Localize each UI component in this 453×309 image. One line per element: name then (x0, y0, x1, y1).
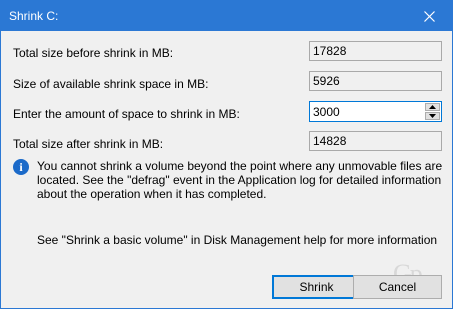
shrink-amount-input[interactable] (310, 102, 422, 121)
total-size-after-field[interactable] (309, 131, 442, 151)
shrink-amount-label: Enter the amount of space to shrink in M… (13, 107, 240, 121)
info-icon: i (13, 159, 29, 175)
total-size-before-label: Total size before shrink in MB: (13, 46, 174, 60)
arrow-down-icon (429, 114, 436, 118)
total-size-before-field[interactable] (309, 41, 442, 61)
available-shrink-space-field[interactable] (309, 71, 442, 91)
spin-down-button[interactable] (425, 112, 440, 120)
arrow-up-icon (429, 105, 436, 109)
close-icon (423, 10, 435, 22)
title-bar[interactable]: Shrink C: (1, 1, 452, 31)
shrink-dialog: Shrink C: Total size before shrink in MB… (0, 0, 453, 309)
window-title: Shrink C: (9, 9, 59, 23)
dialog-body: Total size before shrink in MB: Size of … (1, 31, 452, 308)
close-button[interactable] (406, 1, 452, 31)
available-shrink-space-label: Size of available shrink space in MB: (13, 77, 209, 91)
shrink-button[interactable]: Shrink (272, 275, 361, 299)
help-message: See "Shrink a basic volume" in Disk Mana… (37, 233, 438, 247)
total-size-after-label: Total size after shrink in MB: (13, 137, 164, 151)
spin-up-button[interactable] (425, 103, 440, 111)
cancel-button[interactable]: Cancel (353, 275, 442, 299)
info-message: You cannot shrink a volume beyond the po… (37, 159, 443, 201)
shrink-amount-stepper[interactable] (309, 101, 442, 122)
spin-buttons (425, 103, 440, 120)
